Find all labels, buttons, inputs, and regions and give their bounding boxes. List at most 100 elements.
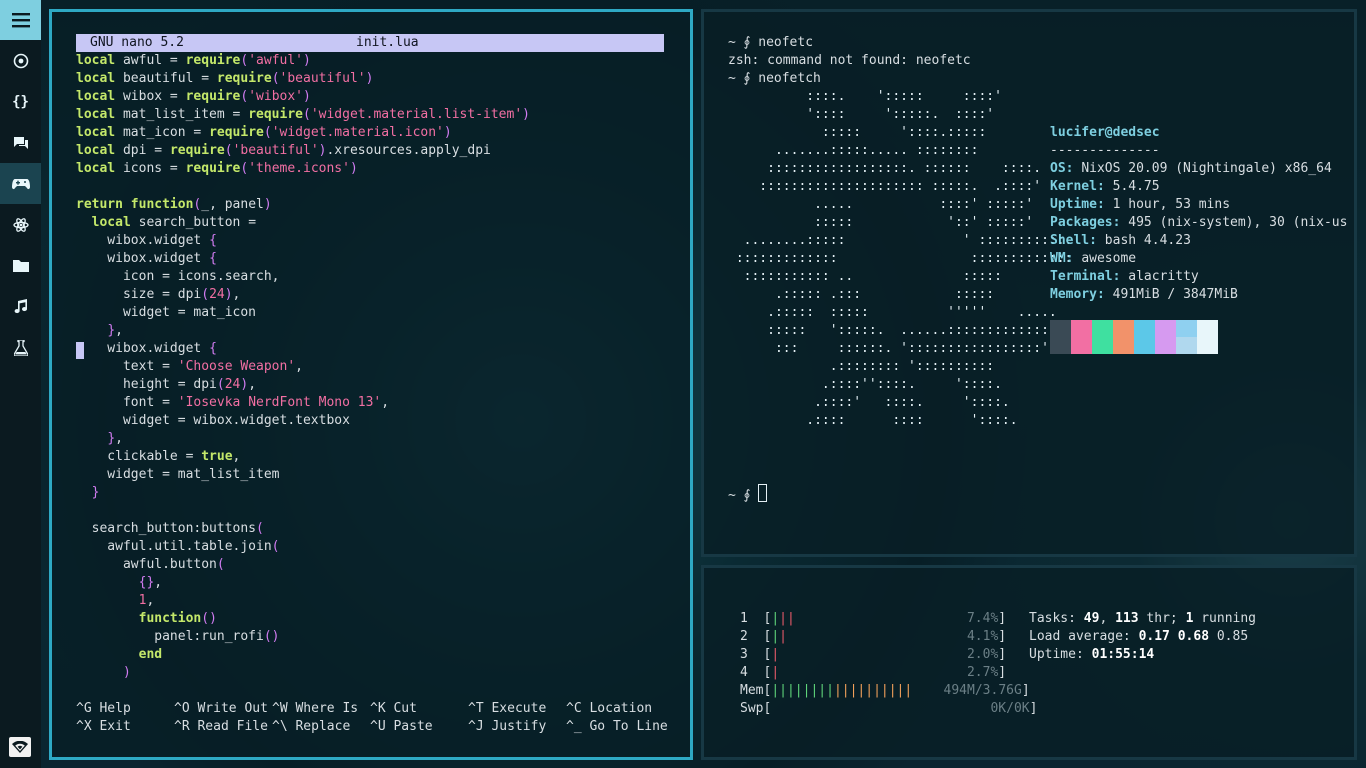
code-line: wibox.widget { [76,233,217,248]
hamburger-icon [11,13,30,28]
shortcut-cut[interactable]: ^K Cut [370,700,417,718]
code-line: local mat_icon = require('widget.materia… [76,125,452,140]
nano-filename: init.lua [356,35,419,50]
code-line: wibox.widget { [76,341,217,356]
shortcut-where-is[interactable]: ^W Where Is [272,700,358,718]
chrome-icon [13,53,28,68]
terminal-error-line: zsh: command not found: neofetc [728,53,971,68]
cpu-meter-2: 2 [|| 4.1%] [740,629,1007,644]
wifi-icon [12,741,28,753]
atom-icon [12,217,29,232]
shortcut-read-file[interactable]: ^R Read File [174,718,268,736]
shortcut-execute[interactable]: ^T Execute [468,700,546,718]
cpu-meter-4: 4 [| 2.7%] [740,665,1007,680]
code-line: local mat_list_item = require('widget.ma… [76,107,530,122]
color-swatch [1134,320,1155,337]
color-swatch [1071,320,1092,337]
shortcut-help[interactable]: ^G Help [76,700,131,718]
shortcut-justify[interactable]: ^J Justify [468,718,546,736]
code-line: icon = icons.search, [76,269,280,284]
terminal-command-line: ~ ∮ neofetc [728,35,814,50]
cpu-meter-3: 3 [| 2.0%] [740,647,1007,662]
code-line: end [138,647,163,662]
sidebar: {} [0,0,41,768]
code-line: awful.button( [76,557,225,572]
code-line: clickable = true, [76,449,241,464]
code-braces-icon: {} [12,93,29,110]
code-line: text = 'Choose Weapon', [76,359,303,374]
terminal-prompt[interactable]: ~ ∮ [728,484,768,505]
info-packages: Packages: 495 (nix-system), 30 (nix-us [1050,215,1348,230]
color-swatch [1155,320,1176,337]
sidebar-item-browser[interactable] [0,40,41,81]
sidebar-item-chat[interactable] [0,122,41,163]
network-indicator[interactable] [9,737,31,757]
info-separator: -------------- [1050,143,1160,158]
info-memory: Memory: 491MiB / 3847MiB [1050,287,1238,302]
code-line: }, [107,323,123,338]
color-swatch [1092,337,1113,354]
terminal-cursor [758,484,768,502]
code-line: local search_button = [91,215,257,230]
sidebar-item-files[interactable] [0,245,41,286]
code-line: font = 'Iosevka NerdFont Mono 13', [76,395,390,410]
code-line: awful.util.table.join( [76,539,280,554]
load-average: Load average: 0.17 0.68 0.85 [1029,629,1249,644]
code-line: height = dpi(24), [76,377,257,392]
shortcut-exit[interactable]: ^X Exit [76,718,131,736]
nano-title-bar: GNU nano 5.2 init.lua [76,34,664,52]
music-note-icon [14,299,27,314]
code-line: {}, [138,575,163,590]
info-shell: Shell: bash 4.4.23 [1050,233,1191,248]
terminal-command-line: ~ ∮ neofetch [728,71,821,86]
shortcut-replace[interactable]: ^\ Replace [272,718,350,736]
sidebar-item-lab[interactable] [0,327,41,368]
sidebar-item-code[interactable]: {} [0,81,41,122]
htop-window[interactable]: 1 [||| 7.4%] 2 [|| 4.1%] 3 [| 2.0%] 4 [|… [701,565,1357,760]
color-swatch [1176,320,1197,337]
shortcut-location[interactable]: ^C Location [566,700,652,718]
terminal-neofetch-window[interactable]: ~ ∮ neofetc zsh: command not found: neof… [701,9,1357,557]
folder-icon [12,260,29,272]
code-line: function() [138,611,217,626]
color-swatch [1134,337,1155,354]
code-line: ) [122,665,131,680]
gamepad-icon [11,178,30,189]
color-swatch [1155,337,1176,354]
sidebar-item-games[interactable] [0,163,41,204]
code-line: widget = wibox.widget.textbox [76,413,350,428]
code-line: widget = mat_icon [76,305,257,320]
color-swatch [1113,320,1134,337]
shortcut-go-to-line[interactable]: ^_ Go To Line [566,718,668,736]
menu-button[interactable] [0,0,41,40]
color-swatch [1092,320,1113,337]
nano-editor-window[interactable]: GNU nano 5.2 init.lua local awful = requ… [49,9,693,760]
info-terminal: Terminal: alacritty [1050,269,1199,284]
code-line: widget = mat_list_item [76,467,280,482]
info-kernel: Kernel: 5.4.75 [1050,179,1160,194]
flask-icon [13,339,28,356]
nixos-ascii-logo: ::::. '::::: ::::' ':::: ':::::. ::::' :… [735,89,1073,428]
sidebar-item-science[interactable] [0,204,41,245]
shortcut-paste[interactable]: ^U Paste [370,718,433,736]
color-swatch [1071,337,1092,354]
code-line: return function(_, panel) [76,197,272,212]
code-line: local dpi = require('beautiful').xresour… [76,143,491,158]
cpu-meter-1: 1 [||| 7.4%] [740,611,1007,626]
code-line: local wibox = require('wibox') [76,89,311,104]
tasks-summary: Tasks: 49, 113 thr; 1 running [1029,611,1257,626]
code-line: local beautiful = require('beautiful') [76,71,374,86]
color-swatch [1113,337,1134,354]
code-line: }, [107,431,123,446]
code-line: local icons = require('theme.icons') [76,161,358,176]
shortcut-write-out[interactable]: ^O Write Out [174,700,268,718]
chat-icon [13,136,28,149]
code-line: local awful = require('awful') [76,53,311,68]
code-line: search_button:buttons( [76,521,264,536]
code-line: panel:run_rofi() [76,629,280,644]
color-swatch [1050,337,1071,354]
code-line: 1, [138,593,155,608]
sidebar-item-music[interactable] [0,286,41,327]
user-host: lucifer@dedsec [1050,125,1160,140]
color-swatch [1176,337,1197,354]
